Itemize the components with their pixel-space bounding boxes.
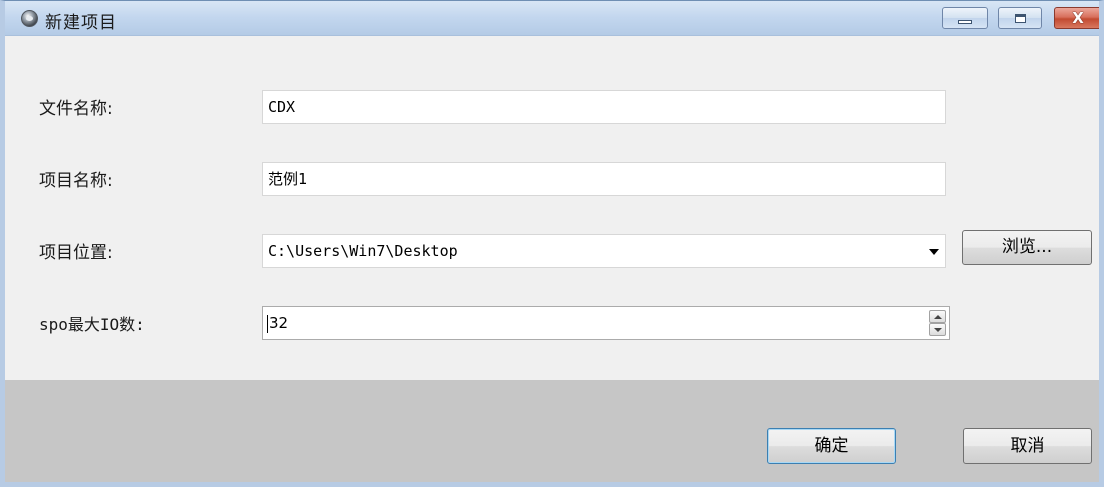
text-caret — [267, 314, 268, 333]
cancel-button[interactable]: 取消 — [963, 428, 1092, 464]
close-icon: X — [1072, 8, 1084, 27]
spin-up-button[interactable] — [929, 310, 946, 323]
project-location-combo[interactable]: C:\Users\Win7\Desktop — [262, 234, 946, 268]
file-name-label: 文件名称: — [39, 99, 113, 119]
spin-buttons — [929, 310, 946, 336]
project-name-input[interactable]: 范例1 — [262, 162, 946, 196]
file-name-input[interactable]: CDX — [262, 90, 946, 124]
spo-max-io-spinner[interactable]: 32 — [262, 306, 950, 340]
spin-up-icon — [933, 314, 942, 319]
spin-down-button[interactable] — [929, 323, 946, 336]
window-title: 新建项目 — [45, 13, 117, 33]
project-location-label: 项目位置: — [39, 243, 113, 263]
spo-max-io-label: spo最大IO数: — [39, 315, 145, 334]
minimize-icon — [958, 19, 972, 24]
maximize-icon — [1014, 13, 1026, 23]
minimize-button[interactable] — [942, 7, 988, 29]
ok-button[interactable]: 确定 — [767, 428, 896, 464]
project-name-label: 项目名称: — [39, 171, 113, 191]
browse-button[interactable]: 浏览... — [962, 230, 1092, 265]
new-project-dialog: 新建项目 X 文件名称: CDX 项目名称: 范例1 项目位置: C:\User… — [0, 0, 1104, 487]
dropdown-arrow-icon[interactable] — [929, 249, 939, 255]
form-area: 文件名称: CDX 项目名称: 范例1 项目位置: C:\Users\Win7\… — [5, 36, 1099, 380]
close-button[interactable]: X — [1054, 7, 1099, 29]
app-icon — [21, 10, 38, 27]
project-location-value: C:\Users\Win7\Desktop — [268, 242, 458, 260]
title-bar[interactable]: 新建项目 X — [5, 1, 1099, 36]
spin-down-icon — [933, 327, 942, 332]
dialog-footer — [5, 380, 1099, 482]
spo-max-io-value: 32 — [269, 314, 289, 332]
maximize-button[interactable] — [998, 7, 1042, 29]
